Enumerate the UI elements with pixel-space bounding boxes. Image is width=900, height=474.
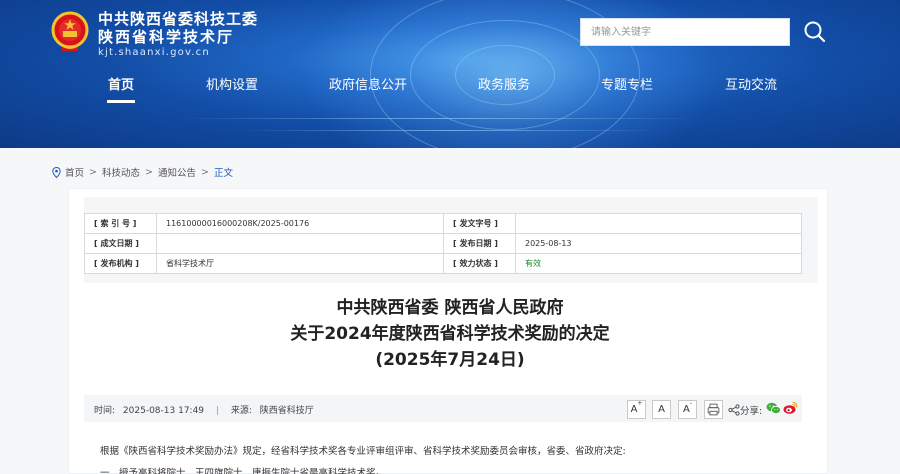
meta-index-label: [ 索 引 号 ]	[84, 213, 157, 234]
article-paragraph: 一、授予高科将院士、王四旗院士、唐振生院士省最高科学技术奖。	[100, 468, 386, 474]
time-value: 2025-08-13 17:49	[122, 406, 205, 416]
nav-item-gov-info[interactable]: 政府信息公开	[329, 76, 407, 96]
nav-item-services[interactable]: 政务服务	[478, 76, 530, 96]
print-icon[interactable]	[704, 400, 723, 419]
table-row: [ 索 引 号 ] 11610000016000208K/2025-00176 …	[84, 213, 802, 234]
nav-item-organization[interactable]: 机构设置	[206, 76, 258, 96]
source-value: 陕西省科技厅	[259, 406, 314, 416]
share-label: 分享:	[740, 406, 763, 417]
font-default-button[interactable]: A	[652, 400, 671, 419]
breadcrumb-separator: >	[145, 166, 153, 178]
breadcrumb: 首页 > 科技动态 > 通知公告 > 正文	[52, 165, 233, 179]
table-row: [ 成文日期 ] [ 发布日期 ] 2025-08-13	[84, 233, 802, 254]
info-divider: |	[215, 406, 219, 416]
source-label: 来源:	[230, 406, 252, 416]
meta-publish-label: [ 发布日期 ]	[443, 233, 516, 254]
breadcrumb-current: 正文	[213, 168, 233, 179]
meta-agency-label: [ 发布机构 ]	[84, 253, 157, 274]
header-line	[180, 118, 700, 119]
font-increase-button[interactable]: A+	[627, 400, 646, 419]
table-row: [ 发布机构 ] 省科学技术厅 [ 效力状态 ] 有效	[84, 253, 802, 274]
breadcrumb-notices[interactable]: 通知公告	[158, 165, 196, 179]
nav-active-indicator	[107, 100, 135, 103]
breadcrumb-separator: >	[200, 166, 209, 178]
nav-item-home[interactable]: 首页	[108, 76, 134, 96]
meta-created-label: [ 成文日期 ]	[84, 233, 157, 254]
org-subtitle: 陕西省科学技术厅	[98, 28, 235, 46]
location-pin-icon	[52, 166, 61, 178]
font-decrease-button[interactable]: A-	[678, 400, 697, 419]
breadcrumb-tech-news[interactable]: 科技动态	[102, 165, 140, 179]
article-info: 时间: 2025-08-13 17:49 | 来源: 陕西省科技厅	[94, 403, 314, 416]
meta-index-value: 11610000016000208K/2025-00176	[156, 213, 444, 234]
meta-created-value	[156, 233, 444, 254]
search-input[interactable]	[580, 18, 790, 46]
meta-doc-no-label: [ 发文字号 ]	[443, 213, 516, 234]
share-icon	[728, 404, 740, 416]
meta-status-label: [ 效力状态 ]	[443, 253, 516, 274]
breadcrumb-home[interactable]: 首页	[65, 165, 84, 179]
document-title-date: (2025年7月24日)	[375, 350, 525, 370]
header-line	[240, 130, 660, 131]
weibo-icon[interactable]	[783, 401, 798, 415]
nav-item-interaction[interactable]: 互动交流	[725, 76, 777, 96]
article-paragraph: 根据《陕西省科学技术奖励办法》规定，经省科学技术奖各专业评审组评审、省科学技术奖…	[100, 446, 626, 457]
time-label: 时间:	[94, 406, 116, 416]
national-emblem-icon	[51, 11, 89, 51]
meta-agency-value: 省科学技术厅	[156, 253, 444, 274]
org-title: 中共陕西省委科技工委	[98, 10, 259, 28]
nav-item-topics[interactable]: 专题专栏	[601, 76, 653, 96]
meta-publish-value: 2025-08-13	[515, 233, 802, 254]
site-url: kjt.shaanxi.gov.cn	[98, 47, 210, 58]
wechat-icon[interactable]	[766, 402, 781, 415]
document-meta-table: [ 索 引 号 ] 11610000016000208K/2025-00176 …	[84, 213, 802, 274]
meta-status-value: 有效	[515, 253, 802, 274]
document-title-line-1: 中共陕西省委 陕西省人民政府	[336, 298, 564, 318]
breadcrumb-separator: >	[89, 166, 97, 178]
main-nav: 首页 机构设置 政府信息公开 政务服务 专题专栏 互动交流	[0, 76, 900, 103]
document-title-line-2: 关于2024年度陕西省科学技术奖励的决定	[290, 324, 610, 344]
search-icon[interactable]	[802, 19, 828, 45]
meta-doc-no-value	[515, 213, 802, 234]
site-header: 中共陕西省委科技工委 陕西省科学技术厅 kjt.shaanxi.gov.cn 首…	[0, 0, 900, 148]
